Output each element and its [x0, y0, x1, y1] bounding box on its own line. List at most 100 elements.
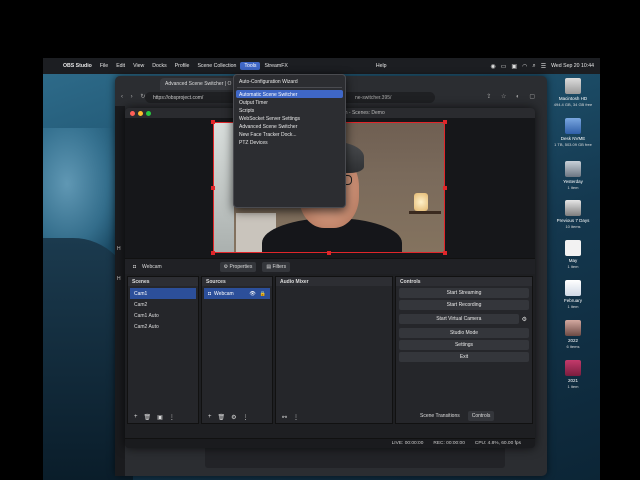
battery-icon[interactable]: ▭ — [501, 63, 507, 70]
desktop-icon-macintosh-hd[interactable]: Macintosh HD 494.4 GB, 34 GB free — [548, 78, 598, 107]
source-item-webcam[interactable]: ◘ Webcam 👁 🔒 — [204, 288, 270, 299]
controls-header: Controls — [396, 277, 532, 286]
menu-separator — [237, 87, 342, 88]
filter-icon[interactable]: ▣ — [157, 414, 163, 421]
menu-bar: OBS Studio File Edit View Docks Profile … — [43, 58, 600, 74]
filters-label: Filters — [272, 263, 287, 270]
close-icon[interactable] — [130, 111, 135, 116]
browser-side-strip: H H — [115, 106, 125, 476]
scene-item-cam2-auto[interactable]: Cam2 Auto — [130, 321, 196, 332]
studio-mode-button[interactable]: Studio Mode — [399, 328, 529, 338]
start-virtual-camera-button[interactable]: Start Virtual Camera — [399, 314, 519, 324]
menu-docks[interactable]: Docks — [148, 62, 170, 70]
rec-timer: REC: 00:00:00 — [433, 441, 465, 446]
wifi-icon[interactable]: ◠ — [522, 63, 527, 70]
desktop-icon-yesterday[interactable]: Yesterday 1 item — [548, 161, 598, 190]
start-streaming-button[interactable]: Start Streaming — [399, 288, 529, 298]
lock-icon[interactable]: 🔒 — [260, 291, 266, 297]
desktop-icon-previous-7-days[interactable]: Previous 7 Days 10 items — [548, 200, 598, 229]
menu-file[interactable]: File — [96, 62, 112, 70]
tab-scene-transitions[interactable]: Scene Transitions — [416, 411, 464, 421]
exit-button[interactable]: Exit — [399, 352, 529, 362]
resize-handle[interactable] — [327, 251, 331, 255]
scene-item-cam2[interactable]: Cam2 — [130, 299, 196, 310]
docks-area: Scenes Cam1 Cam2 Cam1 Auto Cam2 Auto + 🗑… — [125, 276, 535, 424]
display-icon[interactable]: ▣ — [511, 63, 517, 70]
menu-edit[interactable]: Edit — [112, 62, 129, 70]
scene-item-cam1[interactable]: Cam1 — [130, 288, 196, 299]
trash-icon[interactable]: 🗑 — [144, 414, 152, 421]
menu-tools[interactable]: Tools — [240, 62, 261, 70]
desktop-icon-2021[interactable]: 2021 1 item — [548, 360, 598, 389]
menu-clock[interactable]: Wed Sep 20 10:44 — [551, 63, 594, 69]
gear-icon[interactable]: ⚙ — [231, 414, 236, 421]
start-recording-button[interactable]: Start Recording — [399, 300, 529, 310]
more-icon[interactable]: ⋮ — [243, 414, 249, 421]
desktop-icon-sub: 1 item — [567, 303, 579, 309]
link-icon[interactable]: ⚯ — [282, 414, 287, 421]
menu-item-advanced-scene-switcher[interactable]: Advanced Scene Switcher — [236, 122, 343, 130]
more-icon[interactable]: ⋮ — [293, 414, 299, 421]
resize-handle[interactable] — [443, 120, 447, 124]
audio-mixer-header: Audio Mixer — [276, 277, 392, 286]
record-icon[interactable]: ◉ — [491, 63, 496, 70]
gear-icon[interactable]: ⚙ — [522, 316, 527, 323]
menu-help[interactable]: Help — [372, 62, 391, 70]
add-icon[interactable]: + — [134, 414, 138, 420]
menu-profile[interactable]: Profile — [171, 62, 194, 70]
search-icon[interactable]: ⌕ — [532, 63, 535, 70]
minimize-icon[interactable] — [138, 111, 143, 116]
tab-controls[interactable]: Controls — [467, 411, 495, 421]
desktop-icon-sub: 494.4 GB, 34 GB free — [553, 101, 593, 107]
zoom-icon[interactable] — [146, 111, 151, 116]
desktop-icon-may[interactable]: May 1 item — [548, 240, 598, 269]
properties-button[interactable]: ⚙ Properties — [219, 261, 257, 272]
virtual-camera-row: Start Virtual Camera ⚙ — [396, 312, 532, 326]
menu-item-auto-configuration-wizard[interactable]: Auto-Configuration Wizard — [236, 77, 343, 85]
menu-item-ptz-devices[interactable]: PTZ Devices — [236, 138, 343, 146]
resize-handle[interactable] — [211, 251, 215, 255]
desktop-icon-desk-nvme[interactable]: Desk NVME 1 TB, 503.09 GB free — [548, 118, 598, 147]
sources-toolbar: + 🗑 ⚙ ⋮ — [202, 411, 272, 423]
document-icon — [565, 280, 581, 296]
sources-list: ◘ Webcam 👁 🔒 — [202, 286, 272, 301]
browser-toolbar-icons[interactable]: ⇪ ☆ ◐ ▢ — [486, 93, 539, 100]
scenes-list: Cam1 Cam2 Cam1 Auto Cam2 Auto — [128, 286, 198, 334]
menu-item-new-face-tracker-dock[interactable]: New Face Tracker Dock... — [236, 130, 343, 138]
menu-item-scripts[interactable]: Scripts — [236, 106, 343, 114]
menu-scene-collection[interactable]: Scene Collection — [193, 62, 240, 70]
source-toolbar: ◘ Webcam ⚙ Properties ▤ Filters — [125, 258, 535, 274]
menu-streamfx[interactable]: StreamFX — [260, 62, 291, 70]
scene-item-cam1-auto[interactable]: Cam1 Auto — [130, 310, 196, 321]
apple-icon[interactable] — [51, 65, 59, 67]
sources-dock: Sources ◘ Webcam 👁 🔒 + 🗑 ⚙ ⋮ — [201, 276, 273, 424]
desktop-icon-february[interactable]: February 1 item — [548, 280, 598, 309]
stack-icon — [565, 161, 581, 177]
camera-icon: ◘ — [208, 290, 212, 297]
trash-icon[interactable]: 🗑 — [218, 414, 226, 421]
menu-item-automatic-scene-switcher[interactable]: Automatic Scene Switcher — [236, 90, 343, 98]
filters-button[interactable]: ▤ Filters — [262, 261, 291, 272]
menu-item-output-timer[interactable]: Output Timer — [236, 98, 343, 106]
settings-button[interactable]: Settings — [399, 340, 529, 350]
shelf-right — [409, 211, 441, 214]
more-icon[interactable]: ⋮ — [169, 414, 175, 421]
control-center-icon[interactable]: ☰ — [541, 63, 546, 70]
resize-handle[interactable] — [443, 251, 447, 255]
sources-header: Sources — [202, 277, 272, 286]
desktop-icon-2022[interactable]: 2022 6 items — [548, 320, 598, 349]
add-icon[interactable]: + — [208, 414, 212, 420]
resize-handle[interactable] — [211, 186, 215, 190]
resize-handle[interactable] — [211, 120, 215, 124]
stack-icon — [565, 320, 581, 336]
disk-icon — [565, 78, 581, 94]
menu-item-websocket-server-settings[interactable]: WebSocket Server Settings — [236, 114, 343, 122]
menu-app-name[interactable]: OBS Studio — [59, 62, 96, 70]
resize-handle[interactable] — [443, 186, 447, 190]
drive-icon — [565, 118, 581, 134]
source-item-label: Webcam — [214, 290, 234, 297]
visibility-icon[interactable]: 👁 — [249, 291, 255, 297]
menu-view[interactable]: View — [129, 62, 148, 70]
tools-dropdown-menu: Auto-Configuration Wizard Automatic Scen… — [233, 74, 346, 208]
properties-label: Properties — [229, 263, 253, 270]
